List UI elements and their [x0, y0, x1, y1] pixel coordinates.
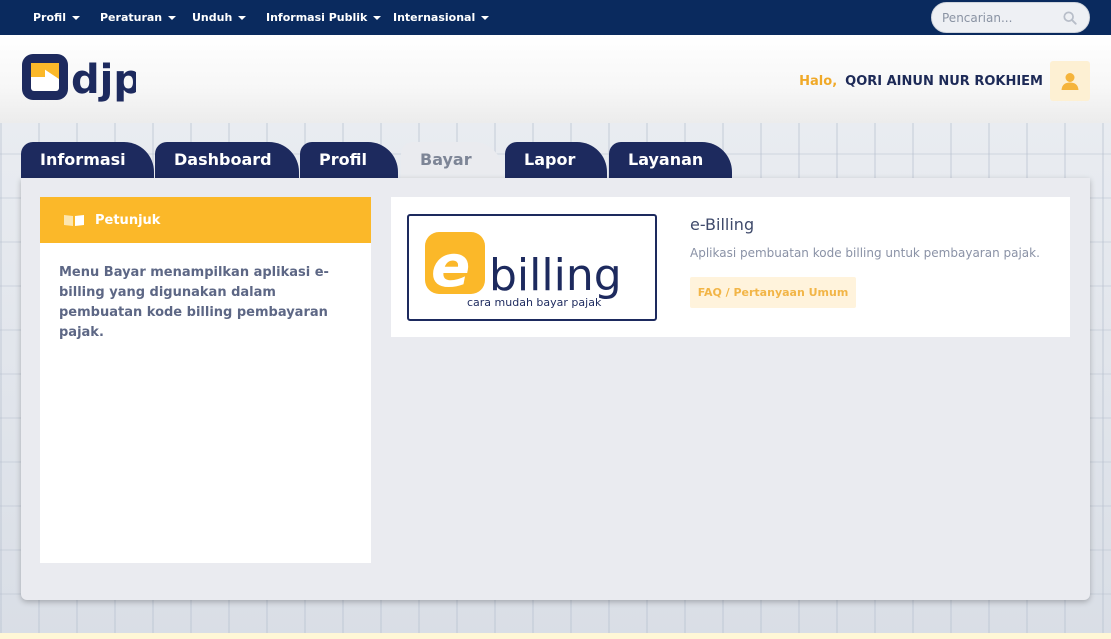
- petunjuk-body: Menu Bayar menampilkan aplikasi e-billin…: [59, 265, 329, 340]
- tab-dashboard[interactable]: Dashboard: [155, 142, 299, 179]
- tab-profil[interactable]: Profil: [300, 142, 398, 179]
- tab-bayar[interactable]: Bayar: [401, 142, 503, 179]
- nav-informasi-publik-label: Informasi Publik: [266, 11, 368, 24]
- nav-profil-label: Profil: [33, 11, 66, 24]
- user-greeting: Halo, QORI AINUN NUR ROKHIEM: [799, 74, 1043, 89]
- greeting-hello: Halo,: [799, 74, 838, 89]
- nav-profil[interactable]: Profil: [33, 0, 80, 35]
- logo-text: djp: [71, 57, 136, 103]
- nav-informasi-publik[interactable]: Informasi Publik: [266, 0, 382, 35]
- app-title[interactable]: e-Billing: [690, 215, 754, 234]
- book-open-icon: [64, 215, 84, 226]
- petunjuk-title: Petunjuk: [95, 212, 161, 228]
- nav-unduh[interactable]: Unduh: [192, 0, 247, 35]
- nav-peraturan[interactable]: Peraturan: [100, 0, 177, 35]
- caret-down-icon: [238, 15, 247, 20]
- petunjuk-header: Petunjuk: [40, 197, 371, 243]
- tab-lapor-label: Lapor: [524, 150, 576, 169]
- nav-peraturan-label: Peraturan: [100, 11, 163, 24]
- caret-down-icon: [71, 15, 80, 20]
- nav-unduh-label: Unduh: [192, 11, 233, 24]
- bottom-strip: [0, 633, 1111, 639]
- user-name[interactable]: QORI AINUN NUR ROKHIEM: [845, 74, 1043, 89]
- tab-layanan-label: Layanan: [628, 150, 704, 169]
- logo-tagline: cara mudah bayar pajak: [467, 296, 602, 309]
- nav-internasional[interactable]: Internasional: [393, 0, 490, 35]
- tab-layanan[interactable]: Layanan: [609, 142, 732, 179]
- app-description: Aplikasi pembuatan kode billing untuk pe…: [690, 246, 1040, 260]
- tab-dashboard-label: Dashboard: [174, 150, 272, 169]
- logo-letter-e: e: [431, 232, 470, 300]
- site-header: djp Halo, QORI AINUN NUR ROKHIEM: [0, 35, 1111, 123]
- tab-lapor[interactable]: Lapor: [505, 142, 607, 179]
- ebilling-logo[interactable]: e billing cara mudah bayar pajak: [407, 214, 657, 321]
- caret-down-icon: [168, 15, 177, 20]
- tab-informasi[interactable]: Informasi: [21, 142, 154, 179]
- caret-down-icon: [481, 15, 490, 20]
- ebilling-card: e billing cara mudah bayar pajak e-Billi…: [391, 197, 1070, 337]
- search-input[interactable]: [942, 10, 1057, 25]
- nav-internasional-label: Internasional: [393, 11, 476, 24]
- faq-button[interactable]: FAQ / Pertanyaan Umum: [690, 277, 856, 308]
- search-icon[interactable]: [1063, 11, 1077, 25]
- tab-profil-label: Profil: [319, 150, 367, 169]
- djp-logo[interactable]: djp: [21, 53, 136, 103]
- top-navbar: Profil Peraturan Unduh Informasi Publik …: [0, 0, 1111, 35]
- tab-informasi-label: Informasi: [40, 150, 126, 169]
- tab-bayar-label: Bayar: [420, 150, 472, 169]
- search-box: [931, 2, 1090, 33]
- logo-word-billing: billing: [489, 250, 622, 301]
- user-icon: [1061, 73, 1079, 90]
- petunjuk-card: Petunjuk Menu Bayar menampilkan aplikasi…: [40, 197, 371, 563]
- caret-down-icon: [373, 15, 382, 20]
- user-avatar[interactable]: [1050, 61, 1090, 101]
